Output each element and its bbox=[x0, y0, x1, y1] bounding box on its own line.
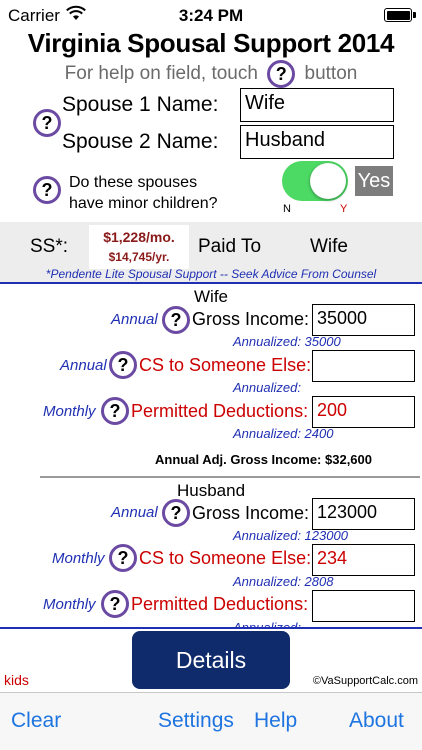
clear-button[interactable]: Clear bbox=[11, 709, 61, 733]
wife-deductions-label: Permitted Deductions: bbox=[131, 401, 309, 421]
husband-deductions-frequency[interactable]: Monthly bbox=[43, 596, 96, 613]
details-button[interactable]: Details bbox=[132, 631, 290, 689]
clock: 3:24 PM bbox=[178, 6, 244, 25]
about-button[interactable]: About bbox=[349, 709, 404, 733]
wife-cs-field[interactable] bbox=[312, 350, 415, 382]
wife-cs-annualized: Annualized: bbox=[233, 380, 301, 395]
husband-gross-frequency[interactable]: Annual bbox=[111, 504, 158, 521]
bottom-toolbar: Clear Settings Help About bbox=[0, 692, 422, 750]
paid-to-label: Paid To bbox=[198, 236, 262, 257]
wife-gross-help-button[interactable]: ? bbox=[162, 306, 190, 334]
children-question: Do these spouses have minor children? bbox=[69, 172, 218, 214]
toggle-state-badge: Yes bbox=[355, 166, 393, 196]
husband-cs-field[interactable]: 234 bbox=[312, 544, 415, 576]
spouse2-label: Spouse 2 Name: bbox=[62, 130, 219, 153]
help-button[interactable]: Help bbox=[254, 709, 297, 733]
battery-icon bbox=[384, 8, 416, 22]
help-hint-prefix: For help on field, touch bbox=[64, 63, 258, 85]
husband-cs-label: CS to Someone Else: bbox=[139, 548, 312, 568]
wife-adjusted-gross-income: Annual Adj. Gross Income: $32,600 bbox=[155, 452, 372, 467]
wife-gross-label: Gross Income: bbox=[192, 309, 310, 329]
page-title: Virginia Spousal Support 2014 bbox=[27, 28, 395, 58]
help-icon: ? bbox=[267, 60, 296, 88]
wife-cs-label: CS to Someone Else: bbox=[139, 355, 312, 375]
husband-gross-help-button[interactable]: ? bbox=[162, 499, 190, 527]
wife-deductions-annualized: Annualized: 2400 bbox=[233, 426, 334, 441]
wife-deductions-frequency[interactable]: Monthly bbox=[43, 403, 96, 420]
section-divider bbox=[0, 282, 422, 284]
ss-label: SS*: bbox=[30, 236, 69, 257]
husband-cs-help-button[interactable]: ? bbox=[109, 544, 137, 572]
husband-gross-label: Gross Income: bbox=[192, 503, 310, 523]
toggle-yes-label: Y bbox=[340, 203, 348, 215]
husband-gross-income-field[interactable]: 123000 bbox=[312, 498, 415, 530]
wife-deductions-help-button[interactable]: ? bbox=[101, 397, 129, 425]
husband-deductions-label: Permitted Deductions: bbox=[131, 594, 309, 614]
children-question-line1: Do these spouses bbox=[69, 174, 198, 191]
husband-cs-annualized: Annualized: 2808 bbox=[233, 574, 334, 589]
toggle-knob bbox=[310, 163, 346, 199]
wife-deductions-field[interactable]: 200 bbox=[312, 396, 415, 428]
status-bar: Carrier 3:24 PM bbox=[0, 0, 422, 30]
spouse1-label: Spouse 1 Name: bbox=[62, 93, 219, 116]
husband-gross-annualized: Annualized: 123000 bbox=[233, 528, 348, 543]
minor-children-toggle[interactable] bbox=[282, 161, 348, 201]
party-divider bbox=[40, 476, 420, 478]
husband-deductions-help-button[interactable]: ? bbox=[101, 590, 129, 618]
wife-gross-income-field[interactable]: 35000 bbox=[312, 304, 415, 336]
support-amount-box: $1,228/mo. $14,745/yr. bbox=[89, 225, 189, 269]
settings-button[interactable]: Settings bbox=[158, 709, 234, 733]
spouse2-name-field[interactable]: Husband bbox=[240, 125, 394, 159]
wife-gross-annualized: Annualized: 35000 bbox=[233, 334, 341, 349]
toggle-no-label: N bbox=[283, 203, 291, 215]
paid-to-value: Wife bbox=[310, 236, 348, 257]
children-help-button[interactable]: ? bbox=[33, 176, 61, 204]
names-help-button[interactable]: ? bbox=[33, 109, 61, 137]
help-hint-suffix: button bbox=[304, 63, 358, 85]
support-monthly: $1,228/mo. bbox=[103, 229, 175, 245]
wife-gross-frequency[interactable]: Annual bbox=[111, 311, 158, 328]
wife-cs-frequency[interactable]: Annual bbox=[60, 357, 107, 374]
kids-label: kids bbox=[4, 672, 29, 688]
support-disclaimer: *Pendente Lite Spousal Support -- Seek A… bbox=[45, 267, 377, 281]
spouse1-name-field[interactable]: Wife bbox=[240, 88, 394, 122]
support-yearly: $14,745/yr. bbox=[108, 250, 170, 264]
husband-cs-frequency[interactable]: Monthly bbox=[52, 550, 105, 567]
scroll-area-bottom-divider bbox=[0, 627, 422, 629]
help-hint: For help on field, touch ? button bbox=[0, 60, 422, 88]
copyright: ©VaSupportCalc.com bbox=[312, 675, 418, 687]
children-question-line2: have minor children? bbox=[69, 195, 218, 212]
wife-cs-help-button[interactable]: ? bbox=[109, 351, 137, 379]
